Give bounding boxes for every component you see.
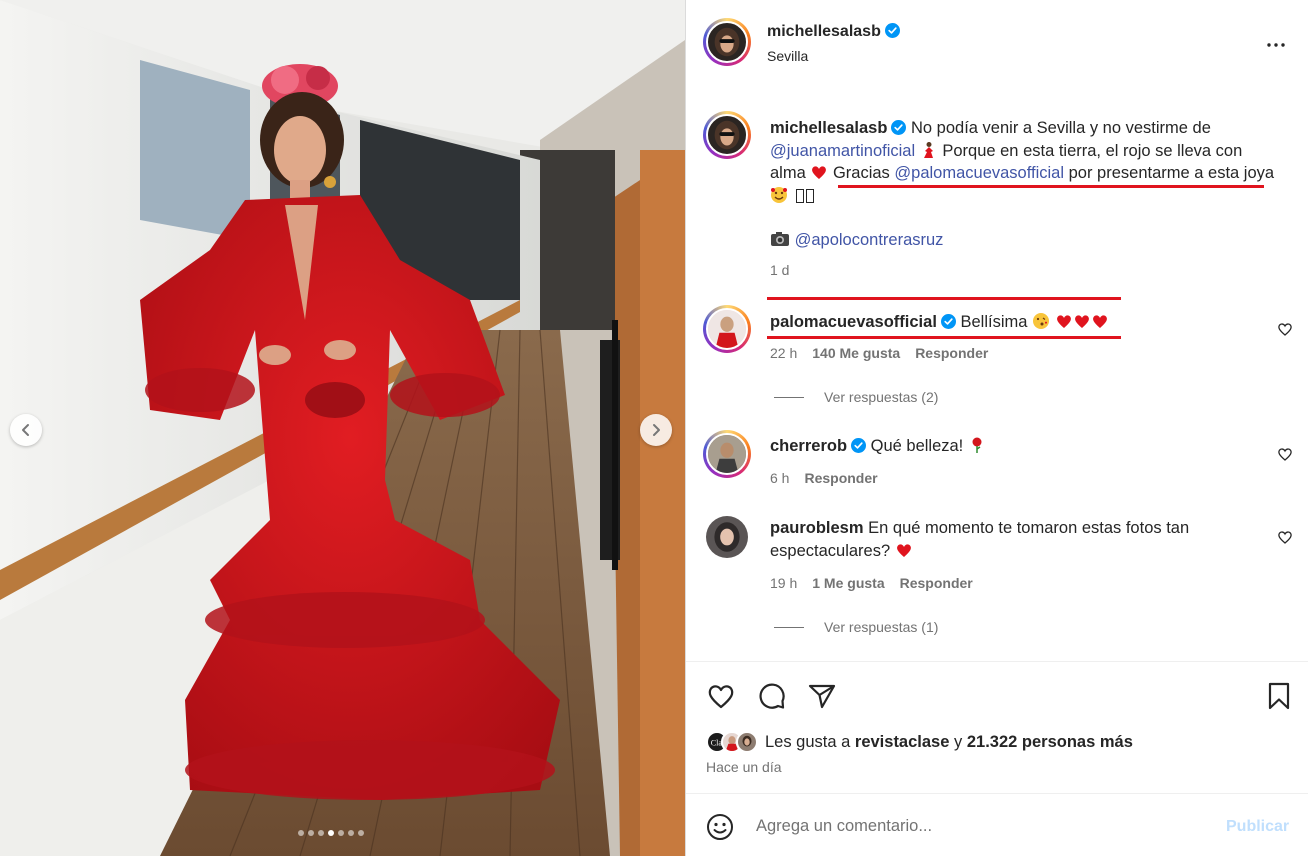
red-heart-emoji-icon	[1074, 315, 1089, 328]
carousel-next-button[interactable]	[640, 414, 672, 446]
post-details-panel: michellesalasb Sevilla michellesalasb No…	[685, 0, 1308, 856]
annotation-underline-caption	[838, 185, 1264, 188]
comment-likes[interactable]: 140 Me gusta	[812, 345, 900, 361]
comment-likes[interactable]: 1 Me gusta	[812, 575, 884, 591]
credit-mention-apolocontreras[interactable]: @apolocontrerasruz	[795, 231, 944, 249]
comment-text-line: palomacuevasofficial Bellísima	[770, 311, 1250, 334]
verified-badge-icon	[884, 23, 900, 38]
reply-button[interactable]: Responder	[804, 470, 877, 486]
red-heart-emoji-icon	[896, 544, 911, 557]
caption-author-avatar[interactable]	[703, 111, 751, 159]
comment-meta: 6 h Responder	[770, 470, 878, 486]
like-comment-heart-icon[interactable]	[1277, 321, 1293, 337]
red-heart-emoji-icon	[1092, 315, 1107, 328]
dancer-emoji-icon	[923, 141, 933, 158]
carousel-dot[interactable]	[338, 830, 344, 836]
likes-user[interactable]: revistaclase	[855, 733, 950, 751]
comment-username[interactable]: pauroblesm	[770, 519, 864, 537]
reply-button[interactable]: Responder	[900, 575, 973, 591]
add-comment-bar: Publicar	[686, 793, 1308, 856]
verified-badge-icon	[940, 314, 956, 329]
rose-emoji-icon	[972, 437, 982, 453]
carousel-dot[interactable]	[328, 830, 334, 836]
caption-text-3: Gracias	[832, 164, 890, 183]
caption-mention-palomacuevas[interactable]: @palomacuevasofficial	[894, 164, 1064, 182]
caption-text-1: No podía venir a Sevilla y no vestirme d…	[911, 119, 1211, 137]
share-paper-plane-icon[interactable]	[807, 681, 837, 711]
more-options-icon[interactable]	[1264, 33, 1288, 57]
carousel-dot[interactable]	[298, 830, 304, 836]
liker-avatar	[736, 731, 758, 753]
like-heart-icon[interactable]	[706, 681, 736, 711]
author-avatar[interactable]	[703, 18, 751, 66]
comment-bubble-icon[interactable]	[757, 681, 787, 711]
smiling-hearts-emoji-icon	[771, 186, 787, 203]
comment-time[interactable]: 22 h	[770, 345, 797, 361]
likes-summary[interactable]: Cla Les gusta a revistaclase y 21.322 pe…	[706, 728, 1133, 756]
comment-username[interactable]: palomacuevasofficial	[770, 313, 937, 331]
carousel-dot[interactable]	[318, 830, 324, 836]
view-replies-label: Ver respuestas (2)	[824, 389, 939, 405]
likes-connector: y	[954, 732, 963, 751]
post-caption: michellesalasb No podía venir a Sevilla …	[770, 117, 1280, 209]
caption-mention-juanamartin[interactable]: @juanamartinoficial	[770, 142, 915, 160]
post-photo	[0, 0, 685, 856]
photo-scene	[0, 0, 685, 856]
carousel-dot[interactable]	[358, 830, 364, 836]
save-bookmark-icon[interactable]	[1264, 681, 1294, 711]
carousel-dot[interactable]	[308, 830, 314, 836]
commenter-avatar[interactable]	[703, 430, 751, 478]
reply-button[interactable]: Responder	[915, 345, 988, 361]
likes-text: Les gusta a revistaclase y 21.322 person…	[765, 733, 1133, 752]
post-actions-bar	[686, 661, 1308, 710]
publish-button[interactable]: Publicar	[1226, 818, 1289, 836]
annotation-line-above-comment	[767, 297, 1121, 300]
carousel-dot[interactable]	[348, 830, 354, 836]
comment-text: Bellísima	[960, 313, 1028, 331]
comment-time[interactable]: 6 h	[770, 470, 789, 486]
photo-credit: @apolocontrerasruz	[770, 230, 943, 250]
comment-text: Qué belleza!	[870, 437, 964, 455]
carousel-dots	[298, 830, 364, 836]
author-username[interactable]: michellesalasb	[767, 23, 900, 41]
comment-text-line: pauroblesm En qué momento te tomaron est…	[770, 517, 1250, 562]
post-location[interactable]: Sevilla	[767, 48, 808, 64]
like-comment-heart-icon[interactable]	[1277, 446, 1293, 462]
author-username-text[interactable]: michellesalasb	[767, 23, 881, 40]
emoji-smiley-icon[interactable]	[706, 813, 734, 841]
likes-others[interactable]: 21.322 personas más	[967, 733, 1133, 751]
verified-badge-icon	[851, 438, 867, 453]
caption-text-4: por presentarme a esta joya	[1068, 164, 1275, 183]
caption-username[interactable]: michellesalasb	[770, 119, 887, 137]
caption-timestamp[interactable]: 1 d	[770, 262, 789, 278]
post-header: michellesalasb Sevilla	[686, 0, 1308, 86]
commenter-avatar[interactable]	[706, 516, 748, 558]
annotation-line-below-comment	[767, 336, 1121, 339]
chevron-left-icon	[22, 424, 29, 436]
missing-glyph-boxes	[793, 187, 814, 210]
view-replies-button[interactable]: Ver respuestas (2)	[774, 389, 938, 405]
carousel-prev-button[interactable]	[10, 414, 42, 446]
likes-prefix: Les gusta a	[765, 732, 851, 751]
commenter-avatar[interactable]	[703, 305, 751, 353]
view-replies-button[interactable]: Ver respuestas (1)	[774, 619, 938, 635]
comment-meta: 19 h 1 Me gusta Responder	[770, 575, 973, 591]
red-heart-emoji-icon	[1056, 315, 1071, 328]
replies-line	[774, 626, 804, 628]
verified-badge-icon	[891, 120, 907, 135]
comment-time[interactable]: 19 h	[770, 575, 797, 591]
comment-username[interactable]: cherrerob	[770, 437, 847, 455]
chevron-right-icon	[653, 424, 660, 436]
view-replies-label: Ver respuestas (1)	[824, 619, 939, 635]
red-heart-emoji-icon	[812, 166, 827, 180]
kiss-emoji-icon	[1033, 313, 1050, 329]
like-comment-heart-icon[interactable]	[1277, 529, 1293, 545]
replies-line	[774, 396, 804, 398]
comment-input[interactable]	[756, 812, 1196, 840]
camera-emoji-icon	[771, 232, 789, 246]
comment-meta: 22 h 140 Me gusta Responder	[770, 345, 988, 361]
comment-text-line: cherrerob Qué belleza!	[770, 435, 1250, 458]
post-time-ago[interactable]: Hace un día	[706, 759, 782, 775]
